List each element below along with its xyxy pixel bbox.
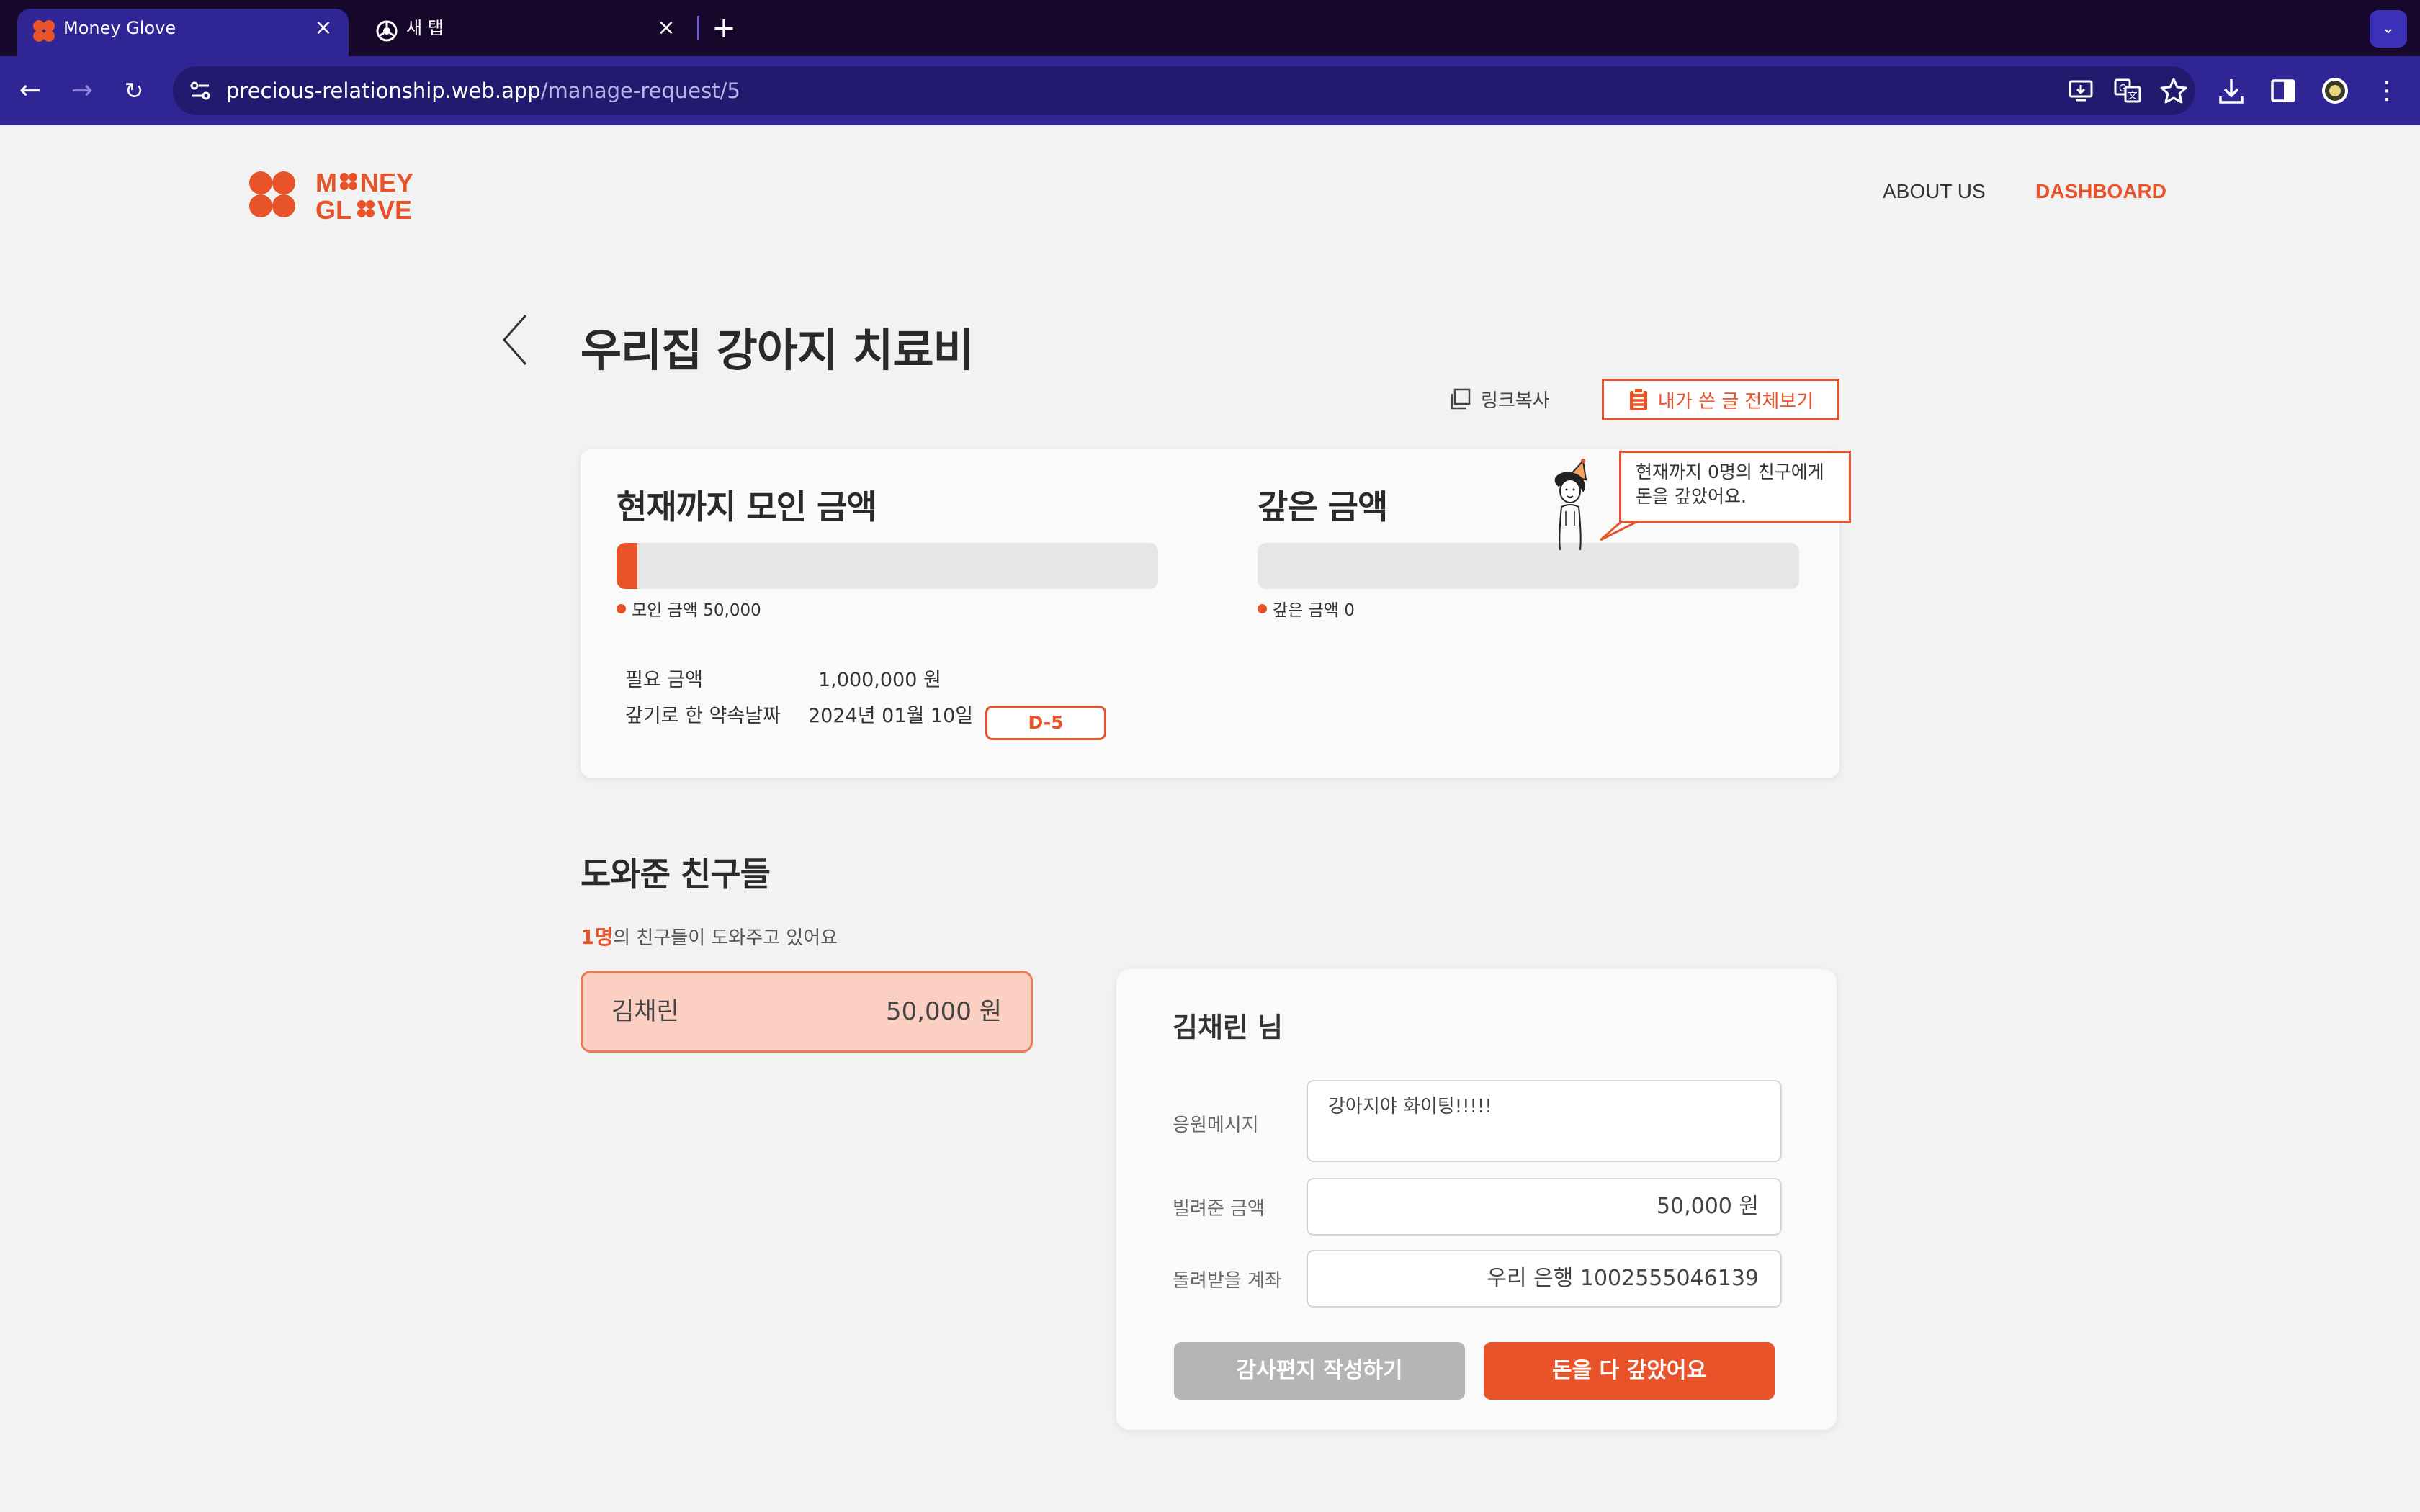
bookmark-star-icon[interactable] [2158, 75, 2190, 107]
due-date-label: 갚기로 한 약속날짜 [625, 705, 781, 727]
required-amount-label: 필요 금액 [625, 669, 703, 691]
install-app-icon[interactable] [2066, 75, 2097, 107]
tab-title: 새 탭 [406, 18, 444, 38]
helper-amount: 50,000 원 [885, 997, 1002, 1026]
collected-caption-text: 모인 금액 50,000 [632, 601, 761, 620]
bubble-line-1: 현재까지 0명의 친구에게 [1636, 462, 1824, 482]
repaid-progress-bar [1258, 543, 1799, 589]
collected-progress-fill [617, 543, 637, 589]
download-icon[interactable] [2214, 73, 2249, 108]
svg-text:文: 文 [2128, 91, 2137, 102]
helpers-count-number: 1명 [581, 925, 614, 949]
required-amount-value: 1,000,000 원 [818, 669, 941, 691]
clipboard-icon [1629, 387, 1647, 410]
view-my-posts-label: 내가 쓴 글 전체보기 [1657, 390, 1814, 413]
d-day-badge: D-5 [985, 706, 1106, 740]
browser-tab-strip: Money Glove × 새 탭 × + ⌄ [0, 0, 2420, 56]
repaid-caption: 갚은 금액 0 [1258, 596, 1355, 621]
collected-amount-title: 현재까지 모인 금액 [617, 487, 877, 526]
helpers-section-title: 도와준 친구들 [581, 855, 771, 894]
nav-dashboard-link[interactable]: DASHBOARD [2035, 180, 2166, 203]
repaid-caption-text: 갚은 금액 0 [1273, 601, 1355, 620]
write-thank-you-letter-button[interactable]: 감사편지 작성하기 [1174, 1342, 1465, 1400]
translate-icon[interactable]: 文 G [2112, 75, 2143, 107]
browser-toolbar: ← → ↻ precious-relationship.web.app/mana… [0, 56, 2420, 125]
repaid-speech-bubble: 현재까지 0명의 친구에게 돈을 갚았어요. [1619, 451, 1851, 523]
helpers-count-text: 의 친구들이 도와주고 있어요 [613, 927, 838, 949]
due-date-value: 2024년 01월 10일 [808, 705, 974, 727]
chrome-icon [376, 20, 398, 42]
svg-text:M: M [315, 168, 337, 197]
address-bar[interactable]: precious-relationship.web.app/manage-req… [173, 66, 2195, 115]
helpers-count: 1명의 친구들이 도와주고 있어요 [581, 922, 838, 950]
tab-search-chevron-icon[interactable]: ⌄ [2370, 10, 2407, 48]
money-glove-logo[interactable]: M NEY GL VE [248, 168, 435, 223]
account-field: 우리 은행 1002555046139 [1307, 1250, 1782, 1308]
page-content: M NEY GL VE ABOUT US DASHBOARD 우리집 강아지 치… [0, 125, 2420, 1512]
lent-amount-field: 50,000 원 [1307, 1178, 1782, 1236]
svg-text:G: G [2119, 84, 2126, 94]
back-arrow-icon[interactable]: ← [10, 71, 50, 111]
copy-link-button[interactable]: 링크복사 [1448, 383, 1550, 415]
helper-list-item[interactable]: 김채린 50,000 원 [581, 971, 1033, 1053]
helper-detail-name: 김채린 님 [1173, 1012, 1283, 1043]
back-chevron-icon[interactable] [497, 311, 533, 369]
funding-summary-card: 현재까지 모인 금액 모인 금액 50,000 갚은 금액 갚은 금액 0 현재… [581, 449, 1851, 778]
tab-money-glove[interactable]: Money Glove × [17, 9, 349, 56]
new-tab-button[interactable]: + [707, 12, 740, 45]
message-label: 응원메시지 [1173, 1115, 1259, 1136]
collected-caption: 모인 금액 50,000 [617, 596, 761, 621]
url-text: precious-relationship.web.app/manage-req… [226, 66, 740, 115]
nav-about-us-link[interactable]: ABOUT US [1883, 180, 1986, 203]
svg-text:GL: GL [315, 195, 351, 223]
lent-amount-label: 빌려준 금액 [1173, 1198, 1265, 1220]
mark-fully-repaid-button[interactable]: 돈을 다 갚았어요 [1484, 1342, 1775, 1400]
account-label: 돌려받을 계좌 [1173, 1270, 1282, 1292]
profile-avatar-icon[interactable] [2318, 73, 2352, 108]
url-path: /manage-request/5 [540, 78, 740, 103]
message-field: 강아지야 화이팅!!!!! [1307, 1080, 1782, 1162]
site-info-icon[interactable] [184, 75, 216, 107]
helper-detail-card: 김채린 님 응원메시지 강아지야 화이팅!!!!! 빌려준 금액 50,000 … [1116, 969, 1837, 1430]
helper-name: 김채린 [611, 997, 679, 1026]
bubble-line-2: 돈을 갚았어요. [1636, 486, 1747, 507]
tab-new-tab[interactable]: 새 탭 × [360, 9, 691, 56]
side-panel-icon[interactable] [2266, 73, 2300, 108]
svg-text:NEY: NEY [360, 168, 413, 197]
tab-close-icon[interactable]: × [653, 14, 680, 42]
collected-progress-bar [617, 543, 1158, 589]
reload-icon[interactable]: ↻ [114, 71, 154, 111]
money-glove-favicon-icon [33, 20, 55, 42]
bullet-dot [617, 603, 626, 613]
forward-arrow-icon[interactable]: → [62, 71, 102, 111]
speech-bubble-tail [1600, 520, 1641, 541]
url-host: precious-relationship.web.app [226, 78, 541, 103]
repaid-amount-title: 갚은 금액 [1258, 487, 1388, 526]
tab-title: Money Glove [63, 18, 176, 38]
copy-icon [1451, 388, 1471, 410]
tab-separator [697, 16, 699, 40]
view-my-posts-button[interactable]: 내가 쓴 글 전체보기 [1602, 379, 1839, 420]
page-title: 우리집 강아지 치료비 [581, 324, 974, 377]
copy-link-label: 링크복사 [1481, 390, 1550, 412]
tab-close-icon[interactable]: × [310, 14, 337, 42]
bullet-dot [1258, 603, 1267, 613]
more-menu-icon[interactable]: ⋮ [2370, 73, 2404, 108]
svg-text:VE: VE [377, 195, 412, 223]
